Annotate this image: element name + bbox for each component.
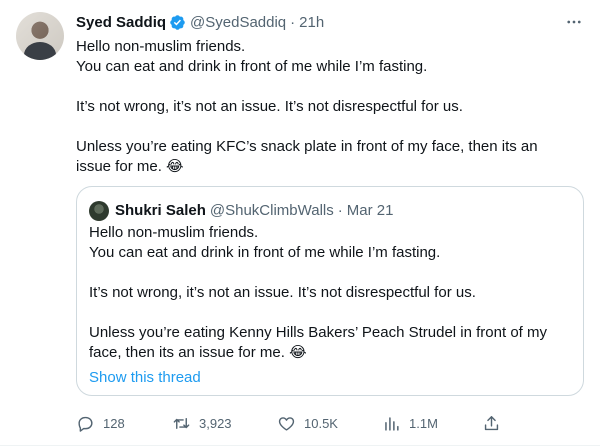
reply-icon (78, 416, 93, 432)
retweet-icon (173, 417, 190, 429)
quoted-header: Shukri Saleh @ShukClimbWalls · Mar 21 (115, 200, 393, 220)
action-bar: 128 3,923 10.5K 1.1M (76, 408, 506, 438)
like-icon (278, 416, 295, 431)
tweet-line: Unless you’re eating KFC’s snack plate i… (76, 138, 538, 155)
quoted-avatar[interactable] (89, 201, 109, 221)
retweet-count: 3,923 (199, 415, 232, 431)
views-count: 1.1M (409, 415, 438, 431)
verified-badge-icon (170, 14, 185, 30)
quoted-author-handle[interactable]: @ShukClimbWalls (210, 202, 334, 219)
avatar[interactable] (16, 12, 64, 60)
author-name[interactable]: Syed Saddiq (76, 14, 166, 31)
views-button[interactable]: 1.1M (382, 414, 438, 433)
author-handle[interactable]: @SyedSaddiq (190, 14, 286, 31)
share-icon (484, 415, 499, 430)
like-count: 10.5K (304, 415, 338, 431)
quoted-line: face, then its an issue for me. 😂 (89, 344, 307, 361)
timestamp[interactable]: 21h (299, 14, 324, 31)
more-icon (567, 20, 581, 24)
retweet-button[interactable]: 3,923 (172, 414, 232, 433)
tweet-line: issue for me. 😂 (76, 158, 184, 175)
reply-button[interactable]: 128 (76, 414, 125, 433)
quoted-line: You can eat and drink in front of me whi… (89, 244, 441, 261)
separator-dot: · (290, 13, 296, 31)
tweet-header: Syed Saddiq @SyedSaddiq · 21h (76, 12, 324, 32)
quoted-timestamp[interactable]: Mar 21 (347, 202, 394, 219)
tweet-line: Hello non-muslim friends. (76, 38, 246, 55)
quoted-line: Unless you’re eating Kenny Hills Bakers’… (89, 324, 547, 341)
quoted-author-name[interactable]: Shukri Saleh (115, 202, 206, 219)
more-options-button[interactable] (564, 12, 584, 32)
quoted-tweet[interactable]: Shukri Saleh @ShukClimbWalls · Mar 21 He… (76, 186, 584, 396)
quoted-line: Hello non-muslim friends. (89, 224, 259, 241)
separator-dot: · (337, 201, 343, 219)
tweet-line: It’s not wrong, it’s not an issue. It’s … (76, 98, 463, 115)
views-icon (385, 416, 399, 431)
quoted-text: Hello non-muslim friends. You can eat an… (89, 223, 573, 363)
reply-count: 128 (103, 415, 125, 431)
tweet-line: You can eat and drink in front of me whi… (76, 58, 428, 75)
like-button[interactable]: 10.5K (277, 414, 338, 433)
tweet-text: Hello non-muslim friends. You can eat an… (76, 37, 584, 177)
show-thread-link[interactable]: Show this thread (89, 368, 201, 388)
quoted-line: It’s not wrong, it’s not an issue. It’s … (89, 284, 476, 301)
share-button[interactable] (482, 414, 501, 433)
tweet[interactable]: Syed Saddiq @SyedSaddiq · 21h Hello non-… (0, 0, 600, 446)
